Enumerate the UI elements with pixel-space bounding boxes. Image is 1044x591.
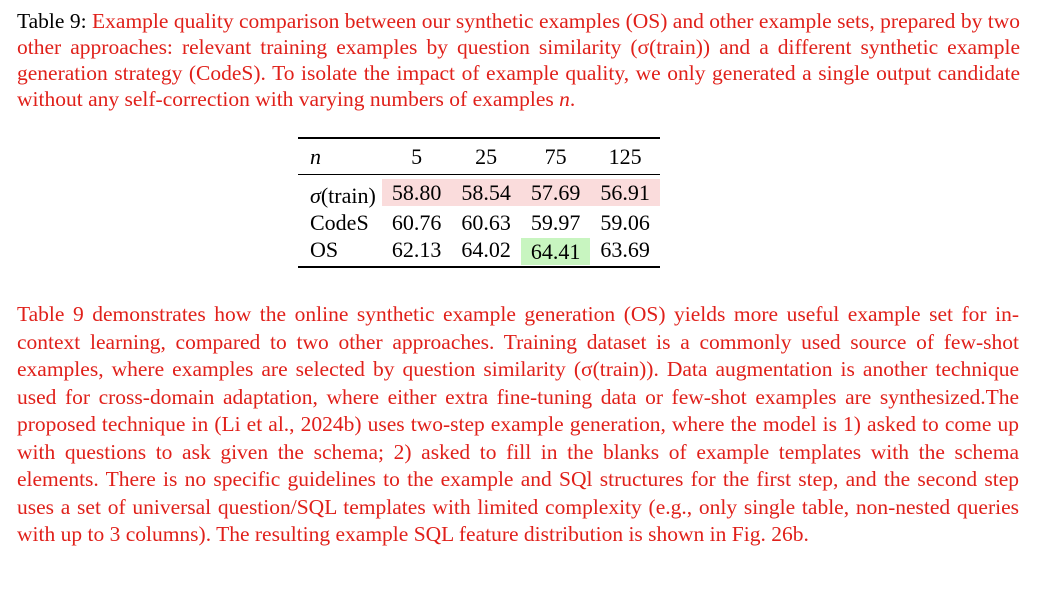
body-paragraph: Table 9 demonstrates how the online synt… (17, 302, 1019, 546)
row-label-os: OS (310, 237, 339, 262)
caption-variable: n (559, 87, 570, 111)
table-cell: 56.91 (590, 175, 660, 210)
table-cell: 58.80 (381, 175, 452, 210)
table-cell: 58.54 (451, 175, 521, 210)
results-table: n 5 25 75 125 σ(train) 58.80 58.54 57.69… (298, 137, 660, 268)
header-75: 75 (520, 138, 591, 175)
table-cell: 59.06 (600, 210, 650, 235)
table-cell: 59.97 (530, 210, 581, 235)
table-cell: 62.13 (391, 237, 442, 262)
header-5: 5 (381, 138, 452, 175)
table-row: σ(train) 58.80 58.54 57.69 56.91 (298, 175, 660, 210)
table-cell: 64.02 (461, 237, 511, 262)
table-cell-best: 64.41 (520, 236, 591, 267)
header-n: n (298, 138, 382, 175)
header-25: 25 (451, 138, 521, 175)
row-label-text: (train) (320, 183, 376, 208)
caption-label: Table 9: (17, 9, 87, 33)
table-row: OS 62.13 64.02 64.41 63.69 (298, 236, 660, 267)
caption-text: Example quality comparison between our s… (17, 9, 1020, 111)
table-cell: 57.69 (520, 175, 591, 210)
sigma-symbol: σ (310, 183, 321, 208)
table-cell: 60.63 (461, 210, 511, 235)
caption-end: . (569, 87, 576, 111)
table-header-row: n 5 25 75 125 (298, 138, 660, 175)
table-row: CodeS 60.76 60.63 59.97 59.06 (298, 209, 660, 236)
row-label-sigma-train: σ(train) (298, 175, 382, 210)
table-cell: 63.69 (600, 237, 650, 262)
table-cell: 60.76 (391, 210, 442, 235)
header-125: 125 (590, 138, 660, 175)
table-caption: Table 9: Example quality comparison betw… (17, 8, 1020, 112)
row-label-codes: CodeS (310, 210, 369, 235)
